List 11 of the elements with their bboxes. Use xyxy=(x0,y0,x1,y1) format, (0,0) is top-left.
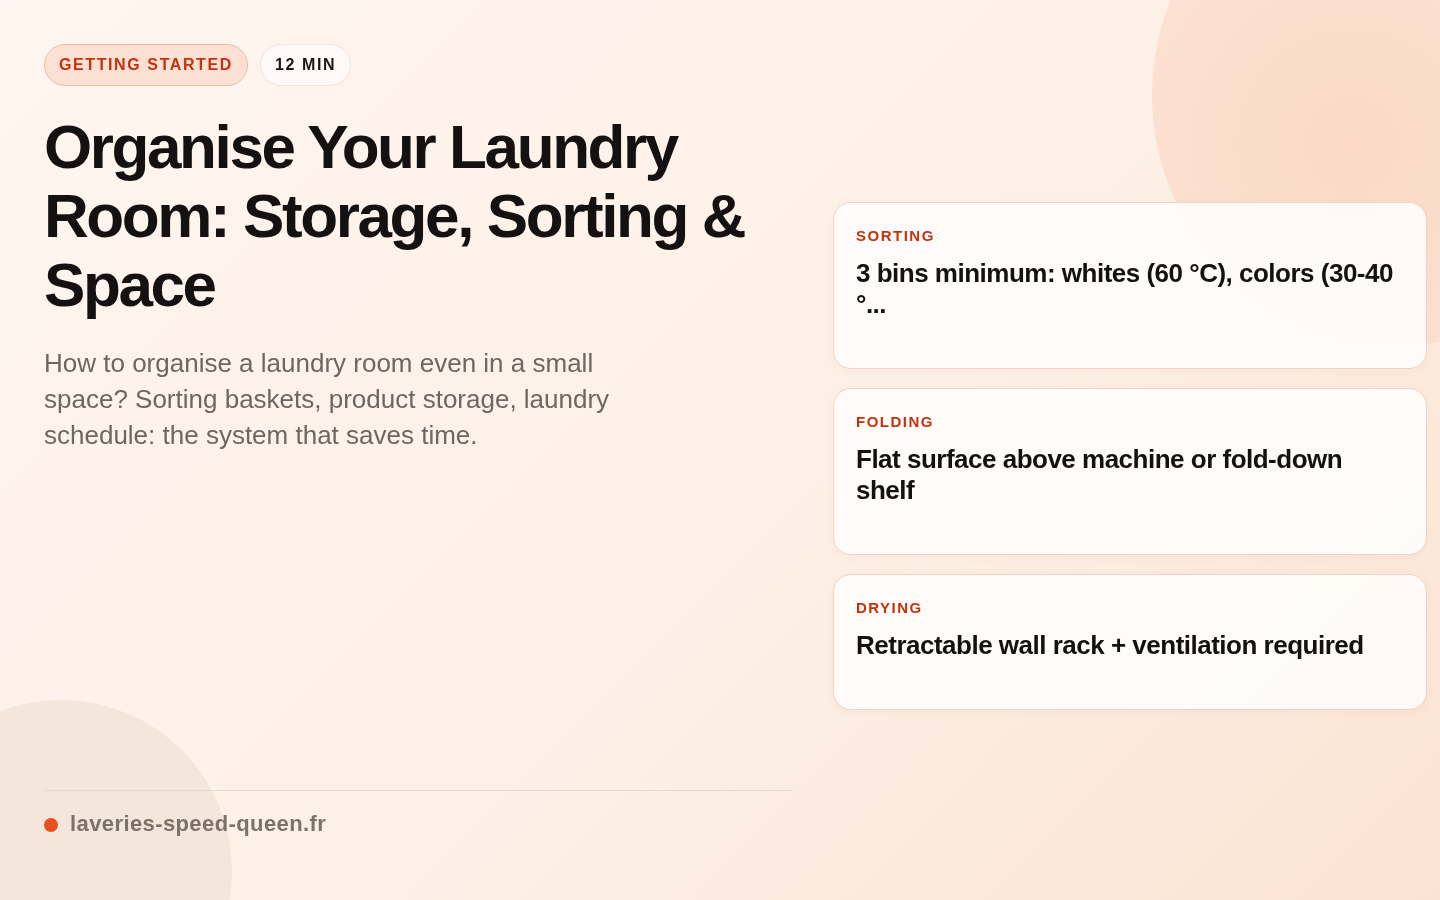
site-name: laveries-speed-queen.fr xyxy=(70,811,327,837)
card-text: Flat surface above machine or fold-down shelf xyxy=(856,444,1344,506)
duration-tag: 12 MIN xyxy=(259,44,352,86)
card-text: Retractable wall rack + ventilation required xyxy=(856,630,1365,661)
subtitle: How to organise a laundry room even in a small space? Sorting baskets, product storage, laundry schedule: the system that saves time. xyxy=(44,347,611,452)
card-label: SORTING xyxy=(856,227,936,244)
category-tag: GETTING STARTED xyxy=(44,44,248,86)
card-text: 3 bins minimum: whites (60 °C), colors (30-40 °... xyxy=(856,258,1394,320)
card-label: FOLDING xyxy=(856,413,935,430)
page-title: Organise Your Laundry Room: Storage, Sorting & Space xyxy=(44,112,746,319)
card-label: DRYING xyxy=(856,599,924,616)
